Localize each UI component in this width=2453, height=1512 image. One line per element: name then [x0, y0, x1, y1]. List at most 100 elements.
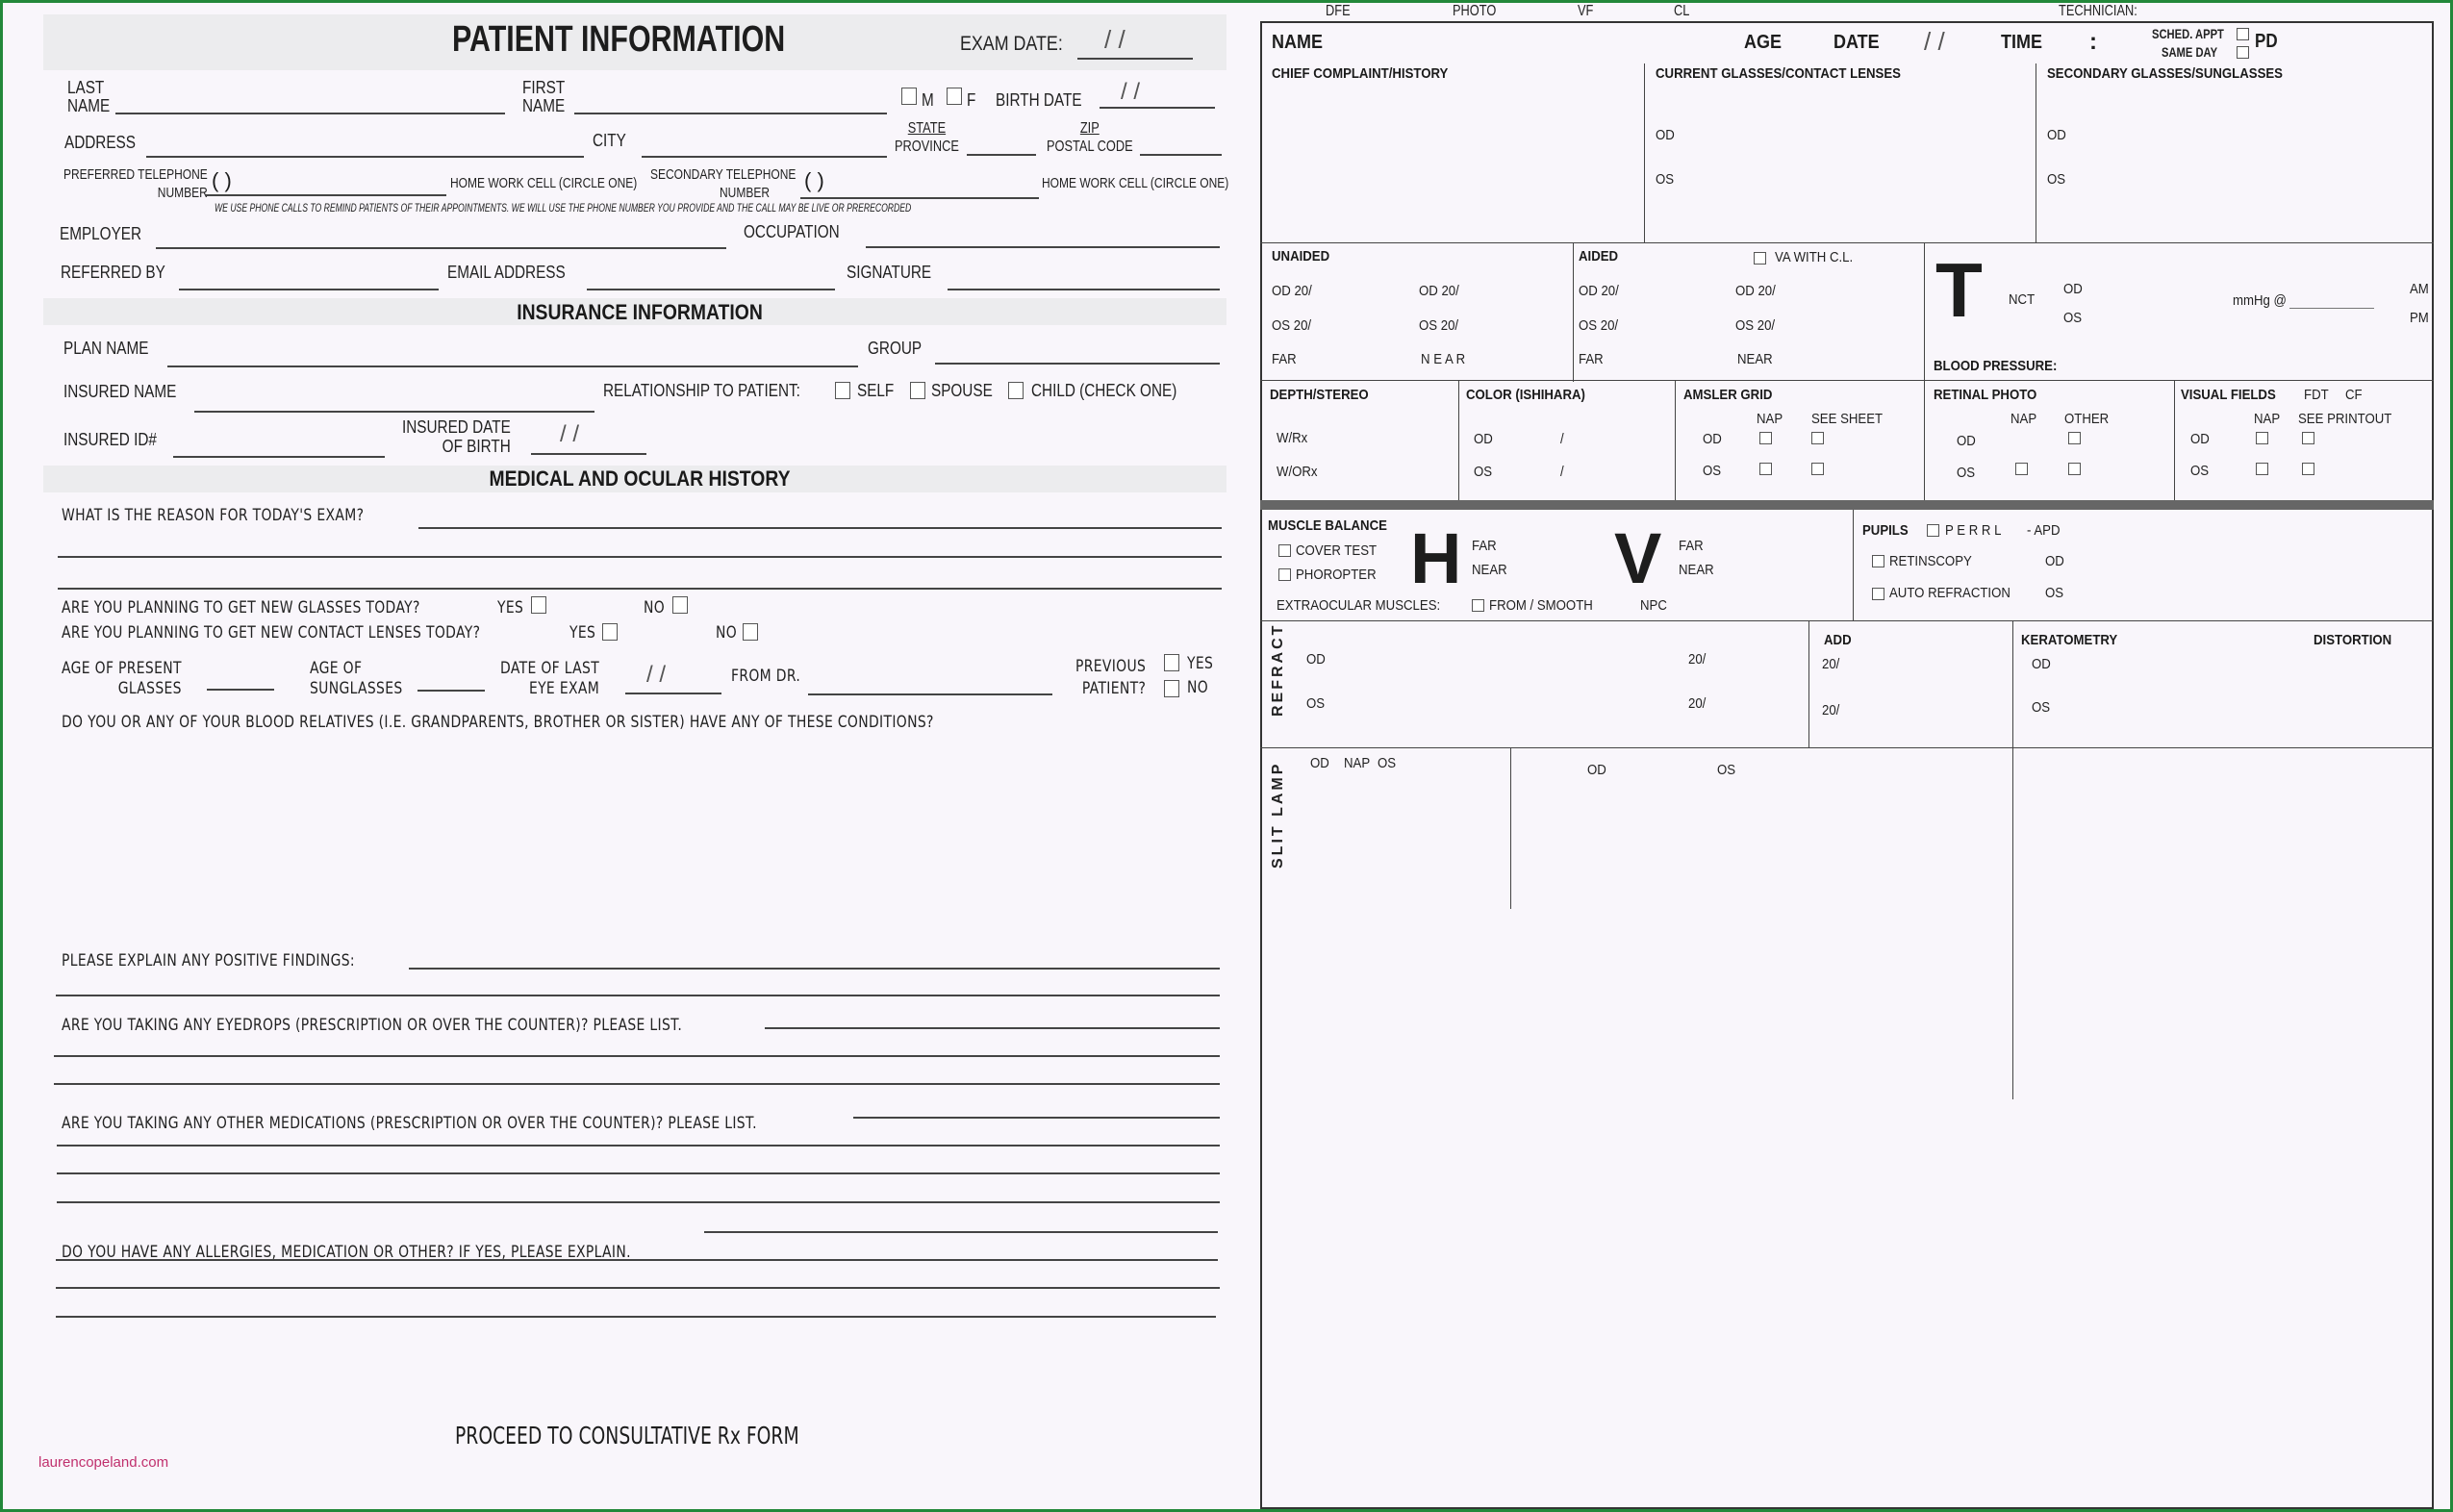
preferred-phone-field[interactable] — [206, 194, 446, 196]
previous-patient-label: PREVIOUS PATIENT? — [1075, 657, 1147, 698]
reason-field-2[interactable] — [58, 556, 1222, 558]
tonometry-os-label: OS — [2063, 310, 2083, 326]
retinoscopy-checkbox[interactable] — [1872, 555, 1884, 567]
color-os-slash: / — [1560, 464, 1564, 480]
cover-test-checkbox[interactable] — [1278, 544, 1291, 557]
perrl-checkbox[interactable] — [1927, 524, 1939, 537]
spouse-checkbox[interactable] — [910, 382, 925, 399]
from-dr-field[interactable] — [808, 693, 1052, 695]
same-day-checkbox[interactable] — [2237, 46, 2249, 59]
allergies-field-2[interactable] — [56, 1259, 1218, 1261]
amsler-od-nap-checkbox[interactable] — [1759, 432, 1772, 444]
positive-findings-field-2[interactable] — [56, 995, 1220, 996]
amsler-od-sheet-checkbox[interactable] — [1811, 432, 1824, 444]
previous-patient-no-checkbox[interactable] — [1164, 680, 1179, 697]
last-exam-field[interactable] — [625, 693, 721, 694]
insured-name-field[interactable] — [194, 411, 594, 413]
last-name-field[interactable] — [115, 113, 505, 114]
secondary-phone-type: HOME WORK CELL (CIRCLE ONE) — [1042, 175, 1229, 191]
va-with-cl-checkbox[interactable] — [1754, 252, 1766, 265]
previous-patient-yes-checkbox[interactable] — [1164, 654, 1179, 671]
vf-od-nap-checkbox[interactable] — [2256, 432, 2268, 444]
eyedrops-field-2[interactable] — [54, 1055, 1220, 1057]
date-label: DATE — [1833, 32, 1880, 53]
wrx-label: W/Rx — [1277, 430, 1308, 446]
eyedrops-field-1[interactable] — [765, 1027, 1220, 1029]
allergies-field-3[interactable] — [56, 1287, 1220, 1289]
occupation-field[interactable] — [866, 246, 1220, 248]
reason-field-3[interactable] — [58, 588, 1222, 590]
divider — [1510, 747, 1511, 909]
color-os-label: OS — [1474, 464, 1493, 480]
medications-field-4[interactable] — [57, 1201, 1220, 1203]
unaided-od-far: OD 20/ — [1272, 283, 1312, 299]
self-checkbox[interactable] — [835, 382, 850, 399]
self-label: SELF — [857, 381, 895, 400]
amsler-os-sheet-checkbox[interactable] — [1811, 463, 1824, 475]
vf-od-printout-checkbox[interactable] — [2302, 432, 2314, 444]
birth-date-field[interactable] — [1100, 107, 1215, 109]
vf-os-nap-checkbox[interactable] — [2256, 463, 2268, 475]
zip-field[interactable] — [1140, 154, 1222, 156]
secondary-phone-field[interactable] — [800, 197, 1039, 199]
aided-far-label: FAR — [1579, 351, 1604, 367]
from-smooth-checkbox[interactable] — [1472, 599, 1484, 612]
new-contacts-yes-checkbox[interactable] — [602, 623, 618, 641]
retinal-os-label: OS — [1957, 465, 1976, 481]
new-contacts-no-label: NO — [716, 623, 738, 643]
group-field[interactable] — [935, 363, 1220, 365]
medications-field-2[interactable] — [57, 1145, 1220, 1147]
medications-field-1[interactable] — [853, 1117, 1220, 1119]
insured-id-field[interactable] — [173, 456, 385, 458]
new-glasses-yes-checkbox[interactable] — [531, 596, 546, 614]
female-checkbox[interactable] — [947, 88, 962, 105]
mmhg-time-field[interactable] — [2289, 308, 2374, 309]
medications-field-3[interactable] — [57, 1172, 1220, 1174]
amsler-see-sheet-header: SEE SHEET — [1811, 411, 1884, 427]
current-os-label: OS — [1656, 171, 1675, 188]
child-checkbox[interactable] — [1008, 382, 1024, 399]
age-sunglasses-field[interactable] — [417, 690, 485, 692]
address-field[interactable] — [146, 156, 584, 158]
retinal-od-other-checkbox[interactable] — [2068, 432, 2081, 444]
new-contacts-no-checkbox[interactable] — [743, 623, 758, 641]
from-smooth-label: FROM / SMOOTH — [1489, 597, 1593, 614]
retinal-os-other-checkbox[interactable] — [2068, 463, 2081, 475]
amsler-os-nap-checkbox[interactable] — [1759, 463, 1772, 475]
auto-refraction-checkbox[interactable] — [1872, 588, 1884, 600]
reason-field-1[interactable] — [418, 527, 1222, 529]
eyedrops-field-3[interactable] — [54, 1083, 1220, 1085]
pupils-label: PUPILS — [1862, 522, 1909, 539]
color-label: COLOR (ISHIHARA) — [1466, 387, 1585, 403]
retinal-os-nap-checkbox[interactable] — [2015, 463, 2028, 475]
age-glasses-field[interactable] — [207, 689, 274, 691]
positive-findings-field-1[interactable] — [409, 968, 1220, 970]
allergies-field-4[interactable] — [56, 1316, 1216, 1318]
referred-by-field[interactable] — [179, 289, 439, 290]
date-slashes: / / — [1924, 27, 1945, 56]
slit-lamp-label: SLIT LAMP — [1270, 761, 1286, 869]
first-name-field[interactable] — [574, 113, 887, 114]
allergies-field-1[interactable] — [704, 1231, 1218, 1233]
divider — [1260, 242, 2434, 243]
plan-name-field[interactable] — [167, 365, 858, 367]
email-field[interactable] — [587, 289, 835, 290]
vf-os-printout-checkbox[interactable] — [2302, 463, 2314, 475]
refract-od-acuity: 20/ — [1688, 651, 1707, 668]
exam-date-field[interactable] — [1077, 58, 1193, 60]
state-field[interactable] — [967, 154, 1036, 156]
new-glasses-no-checkbox[interactable] — [672, 596, 688, 614]
fdt-label: FDT — [2304, 387, 2329, 403]
male-checkbox[interactable] — [901, 88, 917, 105]
sched-appt-checkbox[interactable] — [2237, 28, 2249, 40]
positive-findings-question: PLEASE EXPLAIN ANY POSITIVE FINDINGS: — [62, 951, 355, 970]
signature-field[interactable] — [948, 289, 1220, 290]
city-field[interactable] — [642, 156, 887, 158]
employer-field[interactable] — [156, 247, 726, 249]
phoropter-checkbox[interactable] — [1278, 568, 1291, 581]
insured-dob-field[interactable] — [531, 453, 646, 455]
cl-label: CL — [1674, 3, 1690, 19]
group-label: GROUP — [868, 339, 923, 358]
divider — [2174, 380, 2175, 503]
auto-refraction-label: AUTO REFRACTION — [1889, 585, 2010, 601]
